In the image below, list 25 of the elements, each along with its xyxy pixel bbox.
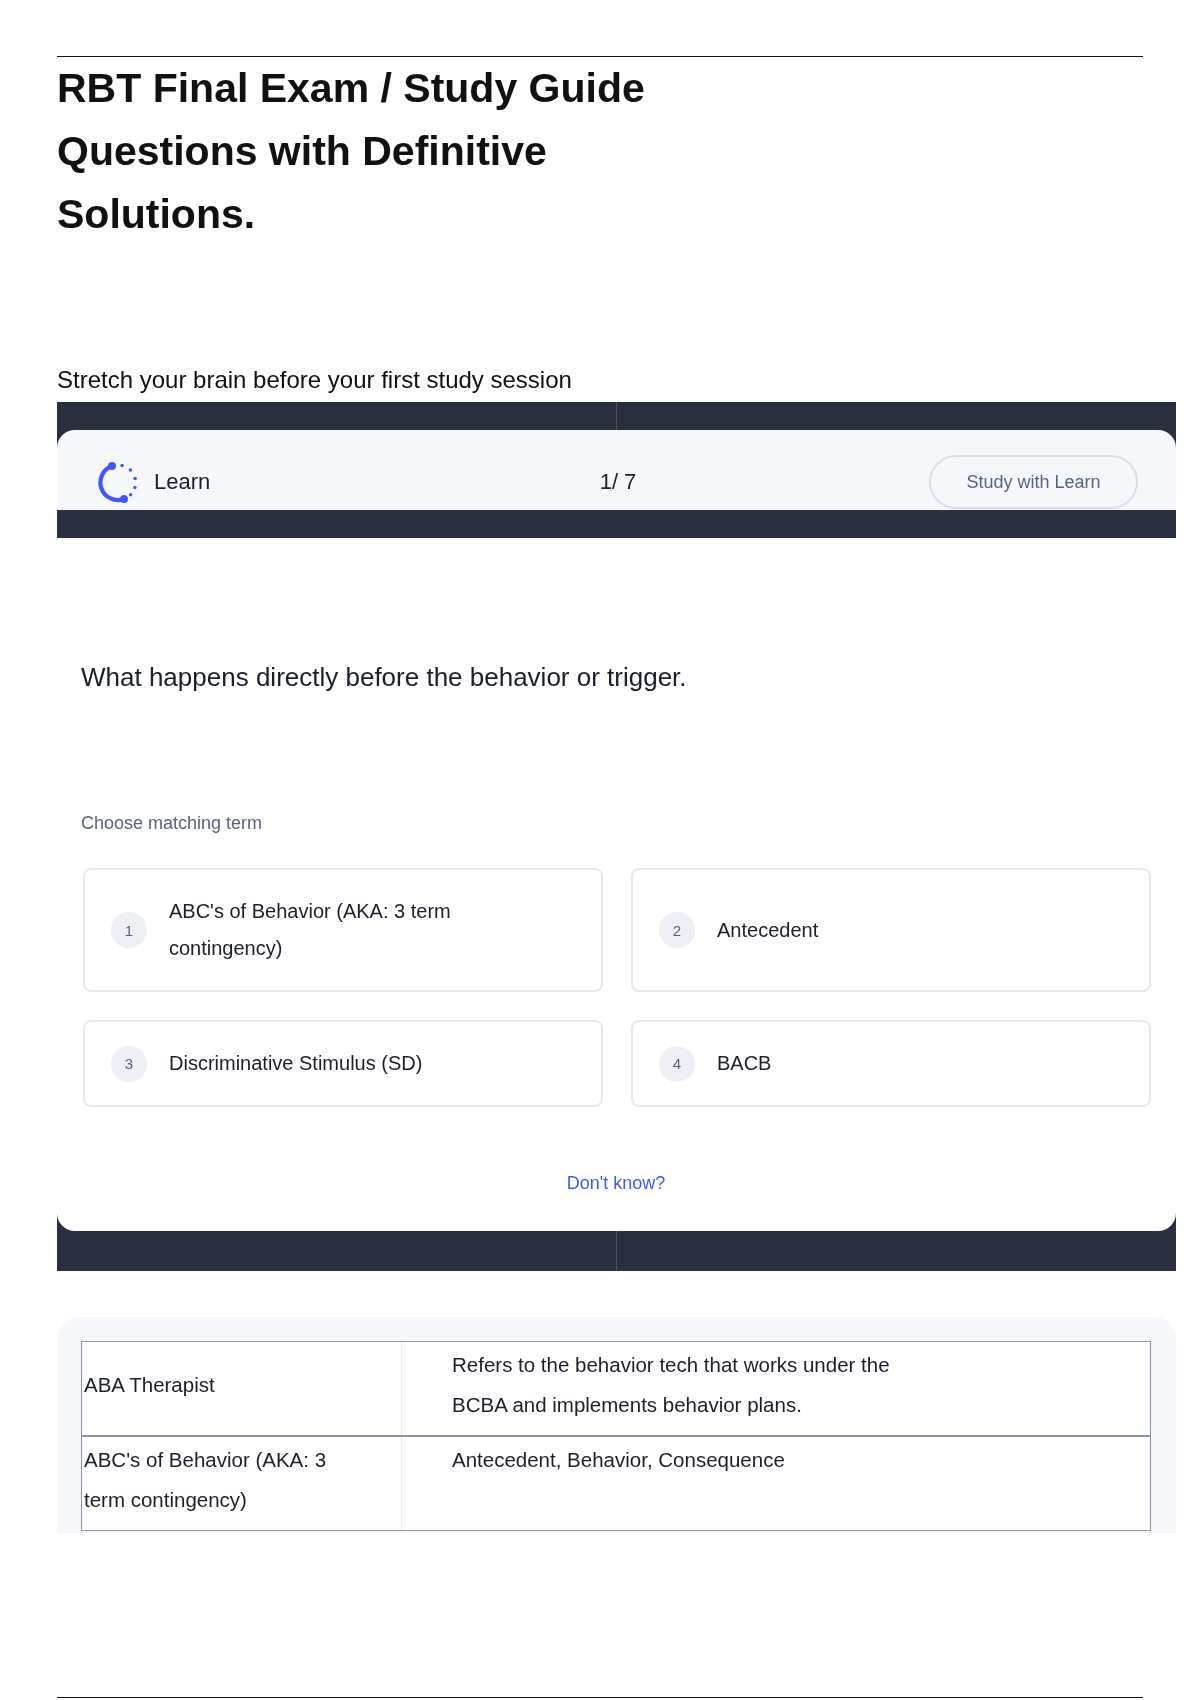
option-label: ABC's of Behavior (AKA: 3 term contingency)	[169, 899, 452, 961]
option-number: 2	[659, 912, 695, 948]
progress-counter: 1/ 7	[599, 469, 637, 495]
dont-know-link[interactable]: Don't know?	[566, 1171, 666, 1195]
option-label: Antecedent	[717, 917, 819, 943]
term-cell: ABC's of Behavior (AKA: 3 term contingency)	[82, 1437, 402, 1530]
mode-label: Learn	[154, 469, 211, 495]
definition-cell-text: Refers to the behavior tech that works under the BCBA and implements behavior plans.	[451, 1352, 891, 1418]
section-subtitle: Stretch your brain before your first study session	[57, 365, 572, 395]
question-text: What happens directly before the behavior or trigger.	[81, 661, 688, 693]
option-number: 3	[111, 1045, 147, 1082]
option-number: 4	[659, 1045, 695, 1082]
answer-option[interactable]: 2 Antecedent	[631, 868, 1151, 992]
document-title: RBT Final Exam / Study Guide Questions with Definitive Solutions.	[57, 64, 646, 239]
answer-option[interactable]: 3 Discriminative Stimulus (SD)	[83, 1020, 603, 1107]
definition-cell-text: Antecedent, Behavior, Consequence	[451, 1447, 786, 1473]
study-button[interactable]: Study with Learn	[929, 455, 1138, 509]
prompt-label: Choose matching term	[81, 812, 264, 834]
option-number: 1	[111, 912, 147, 948]
answer-option[interactable]: 4 BACB	[631, 1020, 1151, 1107]
option-label: Discriminative Stimulus (SD)	[169, 1051, 423, 1076]
option-label: BACB	[717, 1051, 772, 1076]
dotted-ring-icon	[98, 461, 138, 503]
term-cell: ABA Therapist	[82, 1342, 402, 1435]
answer-option[interactable]: 1 ABC's of Behavior (AKA: 3 term contingency)	[83, 868, 603, 992]
